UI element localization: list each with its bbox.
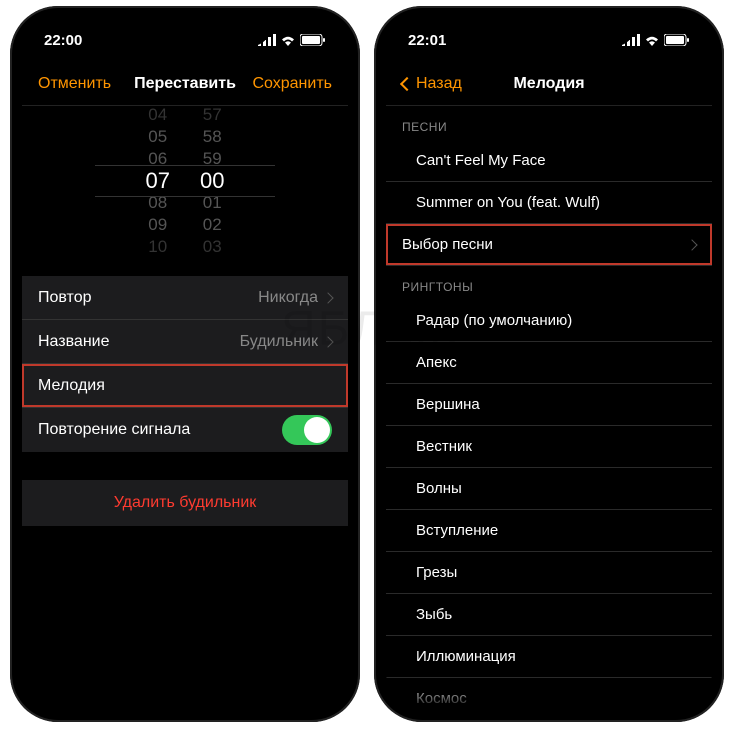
snooze-label: Повторение сигнала	[38, 421, 190, 439]
nav-title: Мелодия	[513, 75, 584, 93]
sound-row[interactable]: Мелодия	[22, 364, 348, 408]
notch	[100, 18, 270, 46]
pick-song-row[interactable]: Выбор песни	[386, 224, 712, 266]
song-row[interactable]: Can't Feel My Face	[386, 140, 712, 182]
chevron-left-icon	[400, 76, 414, 90]
time-picker[interactable]: 04 05 06 07 08 09 10 57 58 59 00 01 02 0…	[22, 106, 348, 256]
name-value: Будильник	[240, 333, 318, 351]
name-row[interactable]: Название Будильник	[22, 320, 348, 364]
status-time: 22:00	[44, 32, 82, 49]
delete-alarm-button[interactable]: Удалить будильник	[22, 480, 348, 526]
nav-title: Переставить	[134, 75, 236, 93]
song-row[interactable]: Summer on You (feat. Wulf)	[386, 182, 712, 224]
chevron-right-icon	[322, 336, 333, 347]
ringtone-row[interactable]: Апекс	[386, 342, 712, 384]
minute-picker[interactable]: 57 58 59 00 01 02 03	[200, 106, 224, 258]
ringtone-row[interactable]: Вершина	[386, 384, 712, 426]
ringtone-row[interactable]: Космос	[386, 678, 712, 710]
wifi-icon	[280, 34, 296, 46]
chevron-right-icon	[686, 239, 697, 250]
status-time: 22:01	[408, 32, 446, 49]
repeat-label: Повтор	[38, 289, 92, 307]
ringtone-row[interactable]: Вступление	[386, 510, 712, 552]
phone-right: 22:01 Назад Мелодия ПЕСНИ Can't Feel My …	[374, 6, 724, 722]
chevron-right-icon	[322, 292, 333, 303]
ringtone-row[interactable]: Волны	[386, 468, 712, 510]
ringtone-row[interactable]: Радар (по умолчанию)	[386, 300, 712, 342]
ringtone-row[interactable]: Иллюминация	[386, 636, 712, 678]
wifi-icon	[644, 34, 660, 46]
sound-label: Мелодия	[38, 377, 105, 395]
battery-icon	[300, 34, 326, 46]
snooze-toggle[interactable]	[282, 415, 332, 445]
snooze-row: Повторение сигнала	[22, 408, 348, 452]
ringtones-header: РИНГТОНЫ	[386, 266, 712, 300]
battery-icon	[664, 34, 690, 46]
phone-left: 22:00 Отменить Переставить Сохранить 04 …	[10, 6, 360, 722]
screen-right: 22:01 Назад Мелодия ПЕСНИ Can't Feel My …	[386, 18, 712, 710]
nav-bar: Отменить Переставить Сохранить	[22, 62, 348, 106]
ringtone-row[interactable]: Зыбь	[386, 594, 712, 636]
cancel-button[interactable]: Отменить	[38, 75, 111, 93]
save-button[interactable]: Сохранить	[252, 75, 332, 93]
back-button[interactable]: Назад	[402, 75, 462, 93]
repeat-row[interactable]: Повтор Никогда	[22, 276, 348, 320]
ringtone-row[interactable]: Грезы	[386, 552, 712, 594]
screen-left: 22:00 Отменить Переставить Сохранить 04 …	[22, 18, 348, 710]
hour-picker[interactable]: 04 05 06 07 08 09 10	[146, 106, 170, 258]
name-label: Название	[38, 333, 110, 351]
nav-bar: Назад Мелодия	[386, 62, 712, 106]
repeat-value: Никогда	[258, 289, 318, 307]
notch	[464, 18, 634, 46]
songs-header: ПЕСНИ	[386, 106, 712, 140]
ringtone-row[interactable]: Вестник	[386, 426, 712, 468]
